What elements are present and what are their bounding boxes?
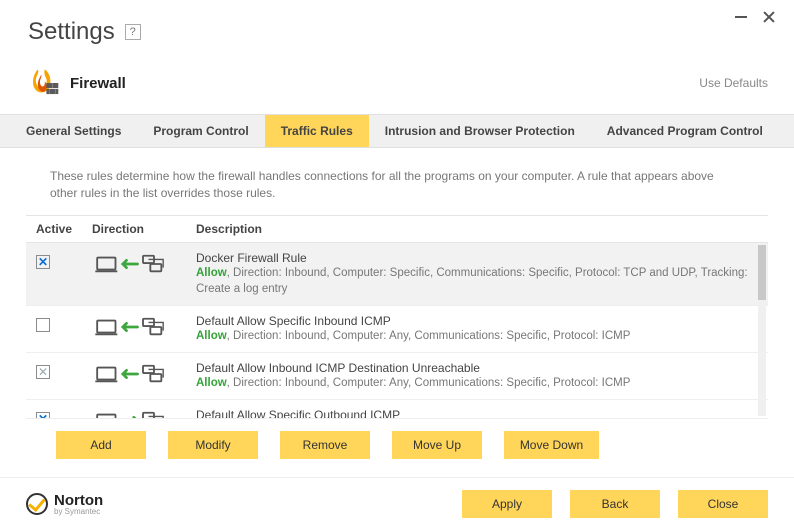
section-title: Firewall: [70, 75, 699, 92]
modify-button[interactable]: Modify: [168, 431, 258, 459]
rule-title: Default Allow Specific Outbound ICMP: [196, 408, 758, 419]
rules-header-row: Active Direction Description: [26, 215, 768, 243]
tab-general-settings[interactable]: General Settings: [10, 115, 137, 147]
norton-check-icon: [26, 493, 48, 515]
column-header-direction: Direction: [92, 222, 196, 236]
norton-logo: Norton by Symantec: [26, 493, 103, 516]
remove-button[interactable]: Remove: [280, 431, 370, 459]
active-checkbox[interactable]: ✕: [36, 412, 50, 419]
firewall-icon: [26, 66, 60, 100]
window-close-button[interactable]: [762, 10, 776, 24]
rules-scrollbar[interactable]: [758, 245, 766, 416]
help-icon[interactable]: ?: [125, 24, 141, 40]
rule-detail: Allow, Direction: Inbound, Computer: Any…: [196, 375, 758, 391]
add-button[interactable]: Add: [56, 431, 146, 459]
close-button[interactable]: Close: [678, 490, 768, 518]
page-title: Settings: [28, 18, 115, 46]
brand-name: Norton: [54, 493, 103, 508]
move-up-button[interactable]: Move Up: [392, 431, 482, 459]
rule-title: Docker Firewall Rule: [196, 251, 758, 265]
direction-outbound-icon: [92, 410, 172, 419]
rule-detail: Allow, Direction: Inbound, Computer: Spe…: [196, 265, 758, 297]
tab-program-control[interactable]: Program Control: [137, 115, 264, 147]
column-header-active: Active: [36, 222, 92, 236]
rule-row[interactable]: ✕ Default Allow Inbound ICMP Destination…: [26, 353, 768, 400]
apply-button[interactable]: Apply: [462, 490, 552, 518]
rule-row[interactable]: ✕ Docker Firewall Rule Allow, Direction:…: [26, 243, 768, 306]
tab-bar: General Settings Program Control Traffic…: [0, 114, 794, 148]
move-down-button[interactable]: Move Down: [504, 431, 599, 459]
rule-row[interactable]: ✕ Default Allow Specific Outbound ICMP A…: [26, 400, 768, 419]
tab-description: These rules determine how the firewall h…: [26, 162, 768, 215]
active-checkbox[interactable]: [36, 318, 50, 332]
tab-traffic-rules[interactable]: Traffic Rules: [265, 115, 369, 147]
tab-intrusion-browser-protection[interactable]: Intrusion and Browser Protection: [369, 115, 591, 147]
window-minimize-button[interactable]: [734, 10, 748, 24]
use-defaults-link[interactable]: Use Defaults: [699, 76, 768, 90]
rules-list: ✕ Docker Firewall Rule Allow, Direction:…: [26, 243, 768, 419]
rule-title: Default Allow Inbound ICMP Destination U…: [196, 361, 758, 375]
rule-title: Default Allow Specific Inbound ICMP: [196, 314, 758, 328]
rule-detail: Allow, Direction: Inbound, Computer: Any…: [196, 328, 758, 344]
active-checkbox[interactable]: ✕: [36, 365, 50, 379]
direction-inbound-icon: [92, 253, 172, 275]
direction-inbound-icon: [92, 316, 172, 338]
column-header-description: Description: [196, 222, 758, 236]
direction-inbound-icon: [92, 363, 172, 385]
rule-row[interactable]: Default Allow Specific Inbound ICMP Allo…: [26, 306, 768, 353]
active-checkbox[interactable]: ✕: [36, 255, 50, 269]
brand-byline: by Symantec: [54, 508, 103, 516]
tab-advanced-program-control[interactable]: Advanced Program Control: [591, 115, 779, 147]
back-button[interactable]: Back: [570, 490, 660, 518]
